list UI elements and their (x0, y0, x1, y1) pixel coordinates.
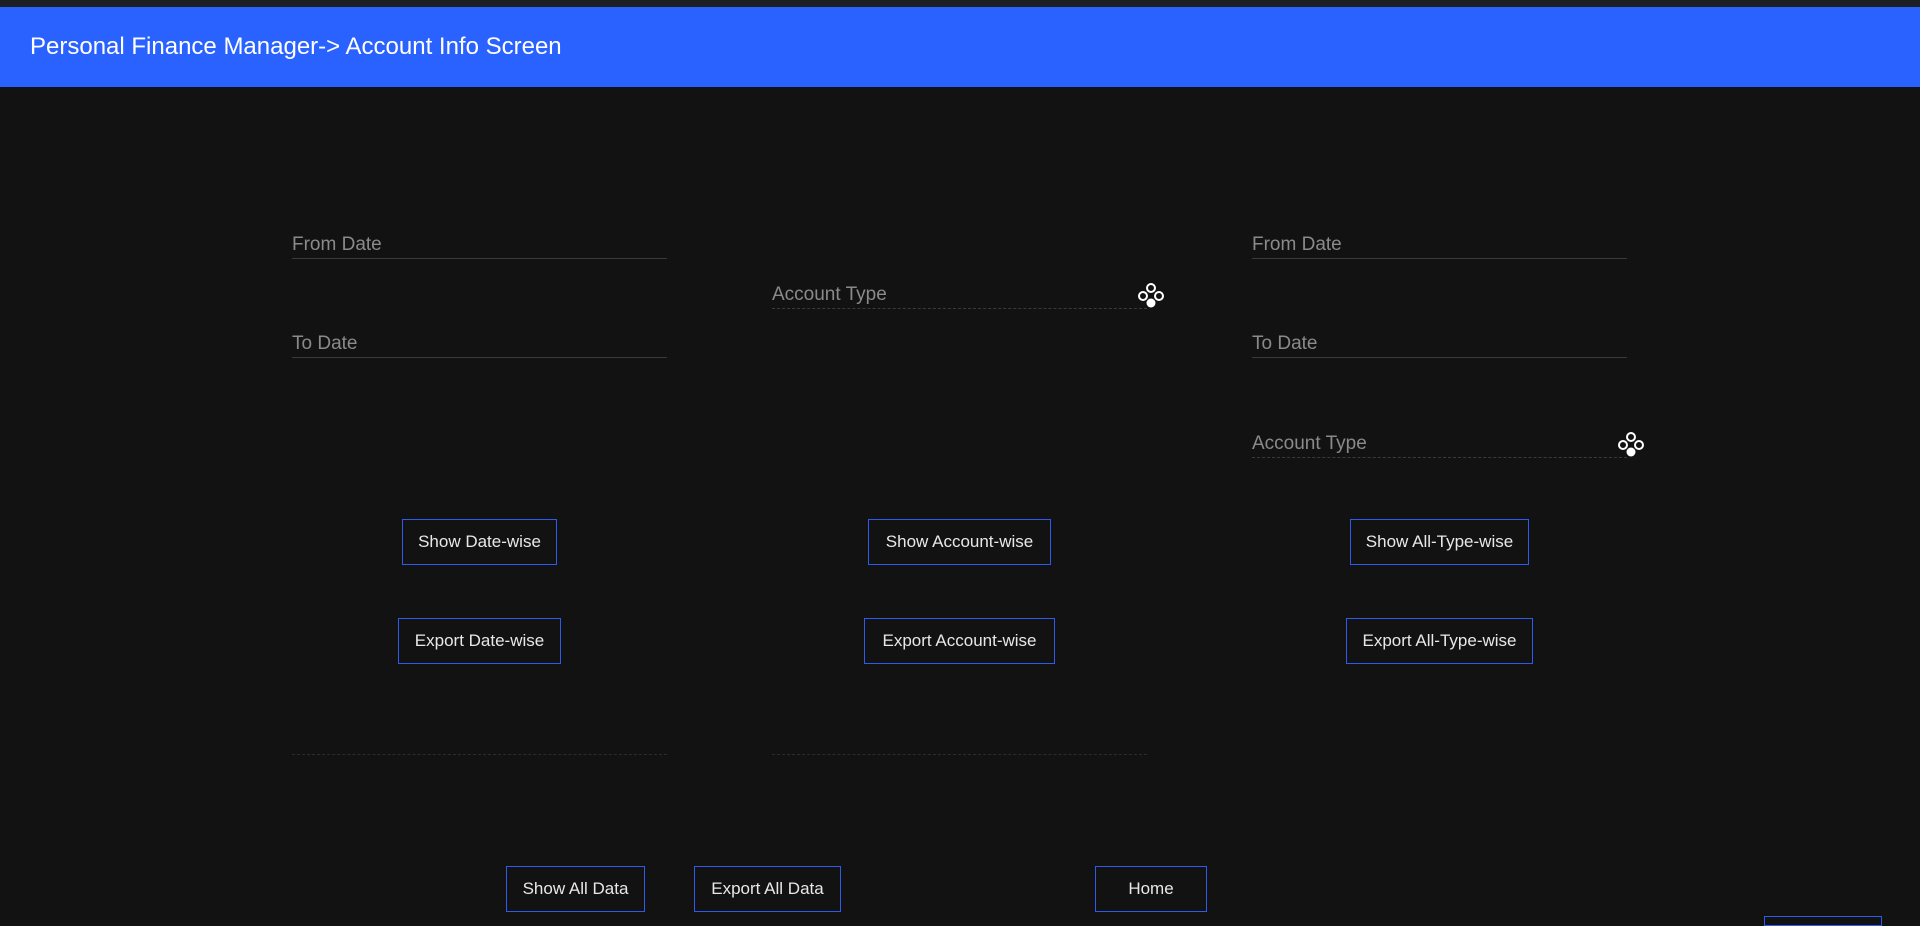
export-all-type-wise-button[interactable]: Export All-Type-wise (1346, 618, 1533, 664)
all-type-dropdown-icon[interactable] (1616, 429, 1646, 459)
to-date-field[interactable]: To Date (292, 323, 667, 358)
app-window: Personal Finance Manager-> Account Info … (0, 0, 1920, 926)
export-account-wise-button[interactable]: Export Account-wise (864, 618, 1055, 664)
all-type-account-type-label: Account Type (1252, 433, 1367, 454)
account-type-select[interactable]: Account Type (772, 274, 1147, 309)
export-date-wise-button[interactable]: Export Date-wise (398, 618, 561, 664)
home-button[interactable]: Home (1095, 866, 1207, 912)
export-all-data-button[interactable]: Export All Data (694, 866, 841, 912)
account-type-label: Account Type (772, 284, 887, 305)
all-type-to-date-label: To Date (1252, 333, 1318, 354)
all-type-from-date-label: From Date (1252, 234, 1342, 255)
top-strip (0, 0, 1920, 7)
all-type-to-date-field[interactable]: To Date (1252, 323, 1627, 358)
from-date-label: From Date (292, 234, 382, 255)
app-header: Personal Finance Manager-> Account Info … (0, 7, 1920, 87)
show-all-data-button[interactable]: Show All Data (506, 866, 645, 912)
from-date-field[interactable]: From Date (292, 224, 667, 259)
account-result-divider (772, 754, 1147, 755)
partial-button[interactable] (1764, 916, 1882, 926)
to-date-label: To Date (292, 333, 358, 354)
all-type-account-type-select[interactable]: Account Type (1252, 423, 1627, 458)
show-date-wise-button[interactable]: Show Date-wise (402, 519, 557, 565)
show-account-wise-button[interactable]: Show Account-wise (868, 519, 1051, 565)
date-result-divider (292, 754, 667, 755)
page-title: Personal Finance Manager-> Account Info … (30, 33, 562, 60)
dropdown-icon[interactable] (1136, 280, 1166, 310)
all-type-from-date-field[interactable]: From Date (1252, 224, 1627, 259)
show-all-type-wise-button[interactable]: Show All-Type-wise (1350, 519, 1529, 565)
